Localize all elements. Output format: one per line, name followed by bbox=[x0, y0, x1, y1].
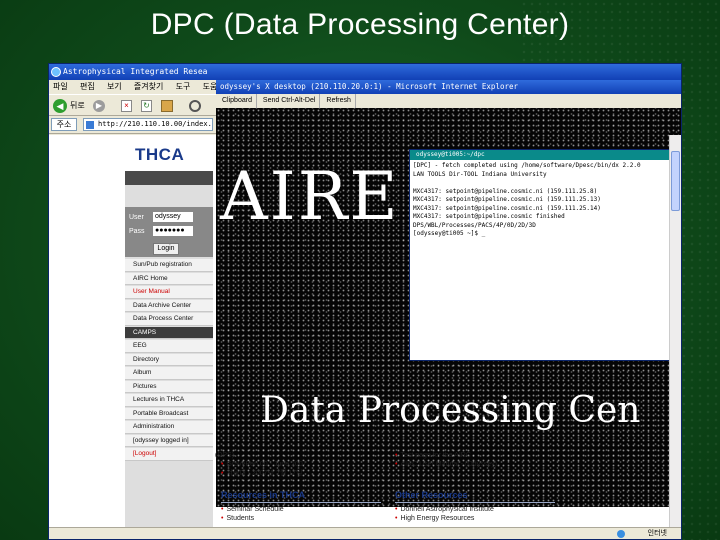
terminal-line: MXC4317: setpoint@pipeline.cosmic.ni (15… bbox=[413, 187, 598, 195]
stop-button[interactable]: × bbox=[121, 100, 132, 112]
thca-page: THCA User odyssey Pass ●●●●●●● Login Sun… bbox=[49, 80, 681, 529]
refresh-desktop-button[interactable]: Refresh bbox=[322, 94, 356, 108]
forward-arrow-icon[interactable]: ▶ bbox=[93, 100, 105, 112]
status-bar: 인터넷 bbox=[49, 527, 681, 539]
login-button[interactable]: Login bbox=[153, 243, 179, 255]
menu-tools[interactable]: 도구 bbox=[176, 82, 191, 91]
nav-item[interactable]: AIRC Home bbox=[125, 272, 213, 285]
left-nav: User odyssey Pass ●●●●●●● Login Sun/Pub … bbox=[125, 171, 213, 529]
heading-divider-right bbox=[395, 502, 555, 503]
x-desktop-menu: Clipboard Send Ctrl-Alt-Del Refresh bbox=[216, 94, 681, 108]
address-label: 주소 bbox=[51, 118, 77, 131]
bc-res-right-1[interactable]: • Donnell Astrophysical Institute bbox=[395, 505, 494, 514]
nav-item[interactable]: [Logout] bbox=[125, 448, 213, 461]
bc-top-right-2[interactable]: • AIRC User Manual - (Odyssey) bbox=[395, 460, 497, 469]
x-desktop-title-bar: odyssey's X desktop (210.110.20.0:1) - M… bbox=[216, 80, 681, 94]
menu-favorites[interactable]: 즐겨찾기 bbox=[134, 82, 163, 91]
bc-top-left-3[interactable]: • 서울대 - 2007년 2월 17일 bbox=[221, 469, 302, 478]
ie-logo-icon bbox=[51, 67, 61, 77]
nav-header-band bbox=[125, 171, 213, 185]
status-zone: 인터넷 bbox=[647, 530, 667, 537]
menu-edit[interactable]: 편집 bbox=[80, 82, 95, 91]
other-resources-heading: Other Resources bbox=[395, 490, 468, 500]
airc-banner-text: AIRE bbox=[220, 158, 400, 235]
nav-item[interactable]: Album bbox=[125, 367, 213, 380]
back-button-label[interactable]: 뒤로 bbox=[70, 98, 85, 113]
scrollbar-thumb[interactable] bbox=[671, 151, 680, 211]
slide-title: DPC (Data Processing Center) bbox=[150, 8, 570, 41]
terminal-line: [odyssey@ti005 ~]$ _ bbox=[413, 230, 486, 237]
browser-window: Astrophysical Integrated Resea 파일 편집 보기 … bbox=[48, 63, 682, 540]
login-user-row: User odyssey bbox=[129, 212, 193, 223]
nav-list: Sun/Pub registration AIRC Home User Manual… bbox=[125, 259, 213, 462]
bc-top-right-1[interactable]: • Test page for the AIRC bbox=[395, 451, 471, 460]
terminal-body[interactable]: [DPC] - fetch completed using /home/soft… bbox=[413, 162, 667, 239]
bc-res-right-2[interactable]: • High Energy Resources bbox=[395, 514, 474, 523]
nav-item[interactable]: Sun/Pub registration bbox=[125, 259, 213, 272]
nav-item[interactable]: Data Archive Center bbox=[125, 299, 213, 312]
nav-item[interactable]: Pictures bbox=[125, 380, 213, 393]
x-desktop-window: odyssey's X desktop (210.110.20.0:1) - M… bbox=[216, 80, 681, 507]
x-desktop-background[interactable]: AIRE Data Processing Cen odyssey@ti005:~… bbox=[216, 108, 681, 507]
terminal-window[interactable]: odyssey@ti005:~/dpc [DPC] - fetch comple… bbox=[409, 149, 670, 361]
password-input[interactable]: ●●●●●●● bbox=[153, 226, 193, 236]
terminal-line: MXC4317: setpoint@pipeline.cosmic finish… bbox=[413, 213, 565, 220]
back-arrow-icon[interactable]: ◀ bbox=[53, 99, 67, 113]
bc-top-left-2[interactable]: • GravePerl 00 - June 2007 bbox=[221, 460, 307, 469]
terminal-line: LAN TOOLS Dir-TOOL Indiana University bbox=[413, 170, 547, 178]
thca-logo[interactable]: THCA bbox=[135, 145, 184, 165]
login-pass-row: Pass ●●●●●●● bbox=[129, 226, 193, 237]
bc-top-left-1: (DPS) bbox=[215, 452, 235, 459]
send-ctrl-alt-del-button[interactable]: Send Ctrl-Alt-Del bbox=[259, 94, 321, 108]
user-input[interactable]: odyssey bbox=[153, 212, 193, 222]
nav-item[interactable]: Lectures in THCA bbox=[125, 394, 213, 407]
nav-item[interactable]: Data Process Center bbox=[125, 313, 213, 326]
page-icon bbox=[86, 121, 94, 129]
terminal-title: odyssey@ti005:~/dpc bbox=[410, 150, 669, 160]
dpc-banner-text: Data Processing Cen bbox=[260, 390, 641, 431]
nav-item[interactable]: Administration bbox=[125, 421, 213, 434]
internet-zone-icon bbox=[617, 530, 625, 538]
resources-thca-heading: Resources in THCA bbox=[221, 490, 306, 500]
menu-view[interactable]: 보기 bbox=[107, 82, 122, 91]
terminal-line: [DPC] - fetch completed using /home/soft… bbox=[413, 162, 641, 169]
terminal-line: MXC4317: setpoint@pipeline.cosmic.ni (15… bbox=[413, 204, 601, 212]
refresh-button[interactable]: ↻ bbox=[141, 100, 152, 112]
heading-divider-left bbox=[221, 502, 381, 503]
nav-item[interactable]: Portable Broadcast bbox=[125, 407, 213, 420]
clipboard-button[interactable]: Clipboard bbox=[218, 94, 257, 108]
nav-item[interactable]: [odyssey logged in] bbox=[125, 434, 213, 447]
pass-label: Pass bbox=[129, 228, 145, 235]
browser-title: Astrophysical Integrated Resea bbox=[63, 67, 208, 76]
home-icon[interactable] bbox=[161, 100, 173, 112]
address-url: http://210.110.10.00/index.asp bbox=[98, 120, 213, 128]
vertical-scrollbar[interactable] bbox=[669, 135, 681, 529]
login-box: User odyssey Pass ●●●●●●● Login bbox=[125, 207, 213, 257]
terminal-line: DPS/WBL/Processes/PACS/4P/0D/2D/3D bbox=[413, 221, 536, 229]
nav-item[interactable]: EEG bbox=[125, 340, 213, 353]
bc-res-left-1[interactable]: • Seminar Schedule bbox=[221, 505, 284, 514]
nav-item[interactable]: Directory bbox=[125, 353, 213, 366]
nav-item[interactable]: User Manual bbox=[125, 286, 213, 299]
address-input[interactable]: http://210.110.10.00/index.asp bbox=[83, 118, 213, 131]
search-icon[interactable] bbox=[189, 100, 201, 112]
menu-file[interactable]: 파일 bbox=[53, 82, 68, 91]
bc-res-left-2[interactable]: • Students bbox=[221, 514, 254, 523]
nav-item[interactable]: CAMPS bbox=[125, 326, 213, 339]
terminal-line: MXC4317: setpoint@pipeline.cosmic.ni (15… bbox=[413, 196, 601, 203]
browser-title-bar: Astrophysical Integrated Resea bbox=[49, 64, 681, 80]
user-label: User bbox=[129, 214, 144, 221]
